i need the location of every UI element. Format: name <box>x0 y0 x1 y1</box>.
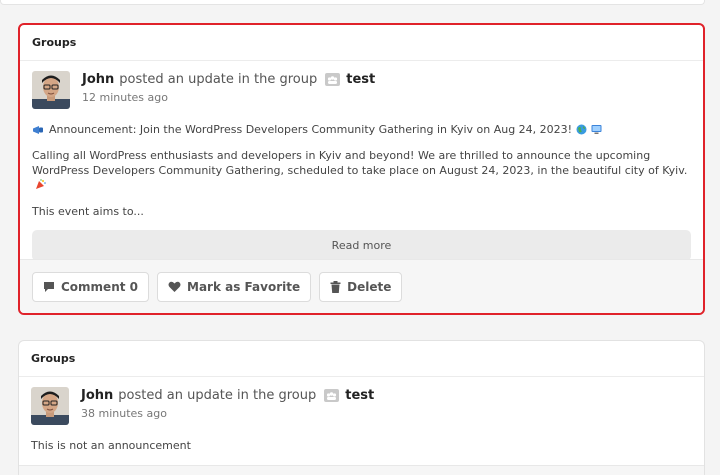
author-name[interactable]: John <box>81 388 113 403</box>
group-icon <box>325 73 341 86</box>
post-actions: Comment 0 Mark as Favorite Delete <box>20 259 703 313</box>
card-section-title: Groups <box>19 341 704 377</box>
delete-label: Delete <box>347 279 392 294</box>
computer-icon <box>591 124 602 135</box>
read-more-button[interactable]: Read more <box>32 230 691 261</box>
previous-card-edge <box>0 0 705 5</box>
group-name-link[interactable]: test <box>345 388 374 403</box>
post-body: Announcement: Join the WordPress Develop… <box>20 123 703 218</box>
party-popper-icon <box>35 179 46 190</box>
post-paragraph: Calling all WordPress enthusiasts and de… <box>32 148 691 193</box>
timestamp[interactable]: 12 minutes ago <box>82 91 375 104</box>
avatar[interactable] <box>31 387 69 425</box>
globe-icon <box>576 124 587 135</box>
group-icon <box>324 389 340 402</box>
mark-favorite-button[interactable]: Mark as Favorite <box>157 271 312 302</box>
excerpt-end: This event aims to... <box>32 205 144 218</box>
activity-card-announcement: Groups John posted an update in the grou… <box>18 23 705 315</box>
favorite-label: Mark as Favorite <box>187 279 301 294</box>
post-content: This is not an announcement <box>31 439 191 452</box>
announcement-line: Announcement: Join the WordPress Develop… <box>32 123 691 136</box>
comment-button[interactable]: Comment 0 <box>32 271 150 302</box>
timestamp[interactable]: 38 minutes ago <box>81 407 374 420</box>
action-text: posted an update in the group <box>119 72 318 87</box>
activity-card-update: Groups John posted an update in the grou… <box>18 340 705 475</box>
avatar[interactable] <box>32 71 70 109</box>
comment-icon <box>44 281 54 292</box>
delete-button[interactable]: Delete <box>319 271 403 302</box>
action-text: posted an update in the group <box>118 388 317 403</box>
post-actions <box>19 465 704 475</box>
card-section-title: Groups <box>20 25 703 61</box>
comment-label: Comment 0 <box>61 279 139 294</box>
megaphone-icon <box>32 125 45 135</box>
heart-icon <box>168 281 181 292</box>
trash-icon <box>330 280 341 293</box>
post-header: John posted an update in the group test … <box>20 61 703 109</box>
author-name[interactable]: John <box>82 72 114 87</box>
group-name-link[interactable]: test <box>346 72 375 87</box>
post-header: John posted an update in the group test … <box>19 377 704 425</box>
announcement-text: Announcement: Join the WordPress Develop… <box>49 123 573 136</box>
paragraph-text: Calling all WordPress enthusiasts and de… <box>32 149 688 177</box>
